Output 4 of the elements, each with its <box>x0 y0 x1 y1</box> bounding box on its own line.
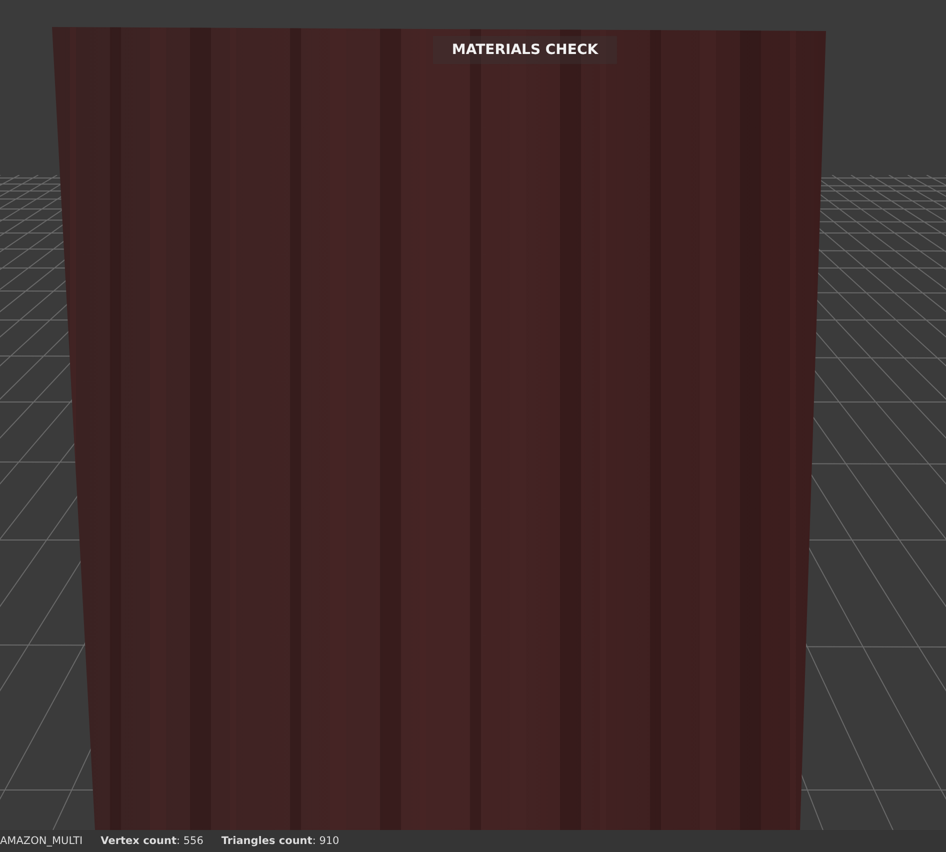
status-text: AMAZON_MULTI <box>0 835 83 847</box>
status-text: Triangles count: 910 <box>221 835 340 847</box>
status-text: Vertex count: 556 <box>100 835 204 847</box>
viewport-title: MATERIALS CHECK <box>433 36 617 64</box>
